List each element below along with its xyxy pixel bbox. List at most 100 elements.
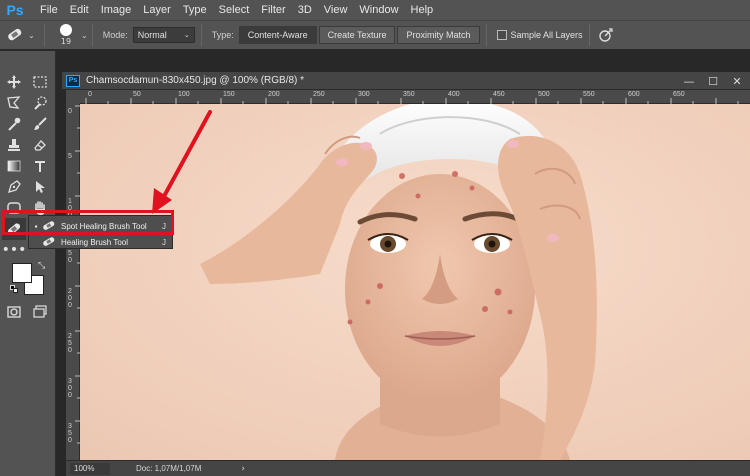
healing-tools-flyout: ▪ Spot Healing Brush Tool J Healing Brus… — [28, 215, 173, 249]
mode-value: Normal — [137, 30, 167, 40]
eyedropper-tool[interactable] — [2, 113, 26, 135]
spot-healing-brush-icon — [8, 28, 22, 41]
flyout-item-label: Spot Healing Brush Tool — [61, 221, 147, 231]
ruler-label: 5 — [68, 153, 72, 160]
document-tab[interactable]: Ps Chamsocdamun-830x450.jpg @ 100% (RGB/… — [62, 72, 750, 90]
brush-icon — [34, 117, 47, 130]
gradient-tool[interactable] — [2, 155, 26, 177]
maximize-icon[interactable]: ☐ — [706, 74, 720, 88]
options-bar: ⌄ 19 ⌄ Mode: Normal ⌄ Type: Content-Awar… — [0, 20, 750, 50]
spot-healing-brush-icon — [41, 219, 57, 233]
flyout-item-spot-healing-brush[interactable]: ▪ Spot Healing Brush Tool J — [29, 218, 172, 234]
clone-stamp-tool[interactable] — [2, 134, 26, 156]
mode-label: Mode: — [102, 30, 128, 40]
pen-tool[interactable] — [2, 176, 26, 198]
menu-edit[interactable]: Edit — [64, 0, 95, 20]
screen-mode-icon — [33, 305, 47, 318]
status-bar: 100% Doc: 1,07M/1,07M › — [66, 460, 750, 476]
ruler-label: 250 — [313, 91, 325, 98]
eyedropper-icon — [8, 117, 21, 131]
type-create-texture[interactable]: Create Texture — [318, 26, 396, 44]
brush-tool[interactable] — [28, 113, 52, 135]
ruler-label: 150 — [223, 91, 235, 98]
minimize-icon[interactable]: — — [682, 74, 696, 88]
divider — [91, 24, 93, 46]
menu-window[interactable]: Window — [353, 0, 404, 20]
menu-type[interactable]: Type — [177, 0, 213, 20]
sample-all-layers-checkbox[interactable] — [496, 30, 507, 40]
ruler-label: 2 5 0 — [68, 333, 72, 354]
quick-selection-tool[interactable] — [28, 92, 52, 114]
menu-view[interactable]: View — [318, 0, 354, 20]
default-colors-icon[interactable] — [10, 285, 18, 293]
shape-tool[interactable] — [2, 197, 26, 219]
mode-select[interactable]: Normal ⌄ — [132, 27, 195, 43]
ruler-label: 550 — [583, 91, 595, 98]
divider — [44, 24, 45, 46]
ruler-label: 600 — [628, 91, 640, 98]
ruler-label: 3 5 0 — [68, 423, 72, 444]
menu-file[interactable]: File — [34, 0, 64, 20]
polygonal-lasso-icon — [7, 96, 21, 109]
swap-colors-icon[interactable]: ⤡ — [38, 261, 45, 271]
close-icon[interactable]: ✕ — [730, 74, 744, 88]
zoom-field[interactable]: 100% — [70, 462, 110, 475]
chevron-right-icon[interactable]: › — [241, 464, 245, 474]
shortcut-key: J — [162, 221, 166, 231]
quick-mask-icon — [7, 306, 21, 318]
spot-healing-brush-tool[interactable] — [2, 218, 26, 240]
healing-brush-icon — [41, 235, 57, 249]
menu-image[interactable]: Image — [95, 0, 138, 20]
move-tool[interactable] — [2, 71, 26, 93]
brush-size-picker[interactable]: 19 — [49, 21, 83, 49]
divider — [485, 24, 487, 46]
lasso-tool[interactable] — [2, 92, 26, 114]
hand-icon — [35, 201, 45, 215]
arrow-cursor-icon — [36, 181, 45, 193]
gradient-icon — [7, 160, 21, 172]
type-proximity-match[interactable]: Proximity Match — [397, 26, 480, 44]
selected-bullet-icon: ▪ — [34, 221, 38, 231]
menu-help[interactable]: Help — [405, 0, 440, 20]
document-info[interactable]: Doc: 1,07M/1,07M — [136, 464, 201, 473]
eraser-icon — [34, 140, 46, 151]
edit-toolbar-button[interactable]: ••• — [2, 239, 27, 261]
ruler-origin[interactable] — [66, 90, 80, 104]
menu-select[interactable]: Select — [213, 0, 256, 20]
menu-layer[interactable]: Layer — [137, 0, 177, 20]
path-selection-tool[interactable] — [28, 176, 52, 198]
tools-panel: ••• ⤡ — [0, 51, 56, 476]
document-title: Chamsocdamun-830x450.jpg @ 100% (RGB/8) … — [86, 75, 305, 86]
screen-mode-button[interactable] — [28, 301, 52, 323]
menu-bar: Ps File Edit Image Layer Type Select Fil… — [0, 0, 750, 20]
ruler-label: 400 — [448, 91, 460, 98]
vertical-ruler[interactable]: 0 5 1 0 0 1 5 0 2 0 0 2 5 0 3 0 0 3 5 0 — [66, 104, 80, 460]
divider — [588, 24, 590, 46]
marquee-tool[interactable] — [28, 71, 52, 93]
photoshop-logo: Ps — [6, 2, 24, 18]
pressure-size-icon[interactable] — [598, 27, 614, 43]
quick-mask-button[interactable] — [2, 301, 26, 323]
tool-preset-picker[interactable]: ⌄ — [0, 21, 40, 49]
ruler-label: 3 0 0 — [68, 378, 72, 399]
red-arrow-annotation — [152, 110, 212, 214]
ruler-label: 500 — [538, 91, 550, 98]
horizontal-ruler[interactable]: 0 50 100 150 200 250 300 350 400 450 500… — [80, 90, 750, 104]
menu-filter[interactable]: Filter — [255, 0, 291, 20]
stamp-icon — [8, 139, 20, 151]
brush-size-value: 19 — [60, 37, 72, 46]
chevron-down-icon: ⌄ — [28, 30, 35, 40]
flyout-item-healing-brush[interactable]: Healing Brush Tool J — [29, 234, 172, 250]
move-icon — [7, 75, 21, 89]
ruler-label: 450 — [493, 91, 505, 98]
type-label: Type: — [211, 30, 234, 40]
eraser-tool[interactable] — [28, 134, 52, 156]
ruler-label: 50 — [133, 91, 141, 98]
menu-3d[interactable]: 3D — [292, 0, 318, 20]
type-tool[interactable] — [28, 155, 52, 177]
foreground-color-swatch[interactable] — [12, 263, 32, 283]
ruler-label: 100 — [178, 91, 190, 98]
shortcut-key: J — [162, 237, 166, 247]
ruler-label: 0 — [68, 108, 72, 115]
type-content-aware[interactable]: Content-Aware — [238, 26, 317, 44]
